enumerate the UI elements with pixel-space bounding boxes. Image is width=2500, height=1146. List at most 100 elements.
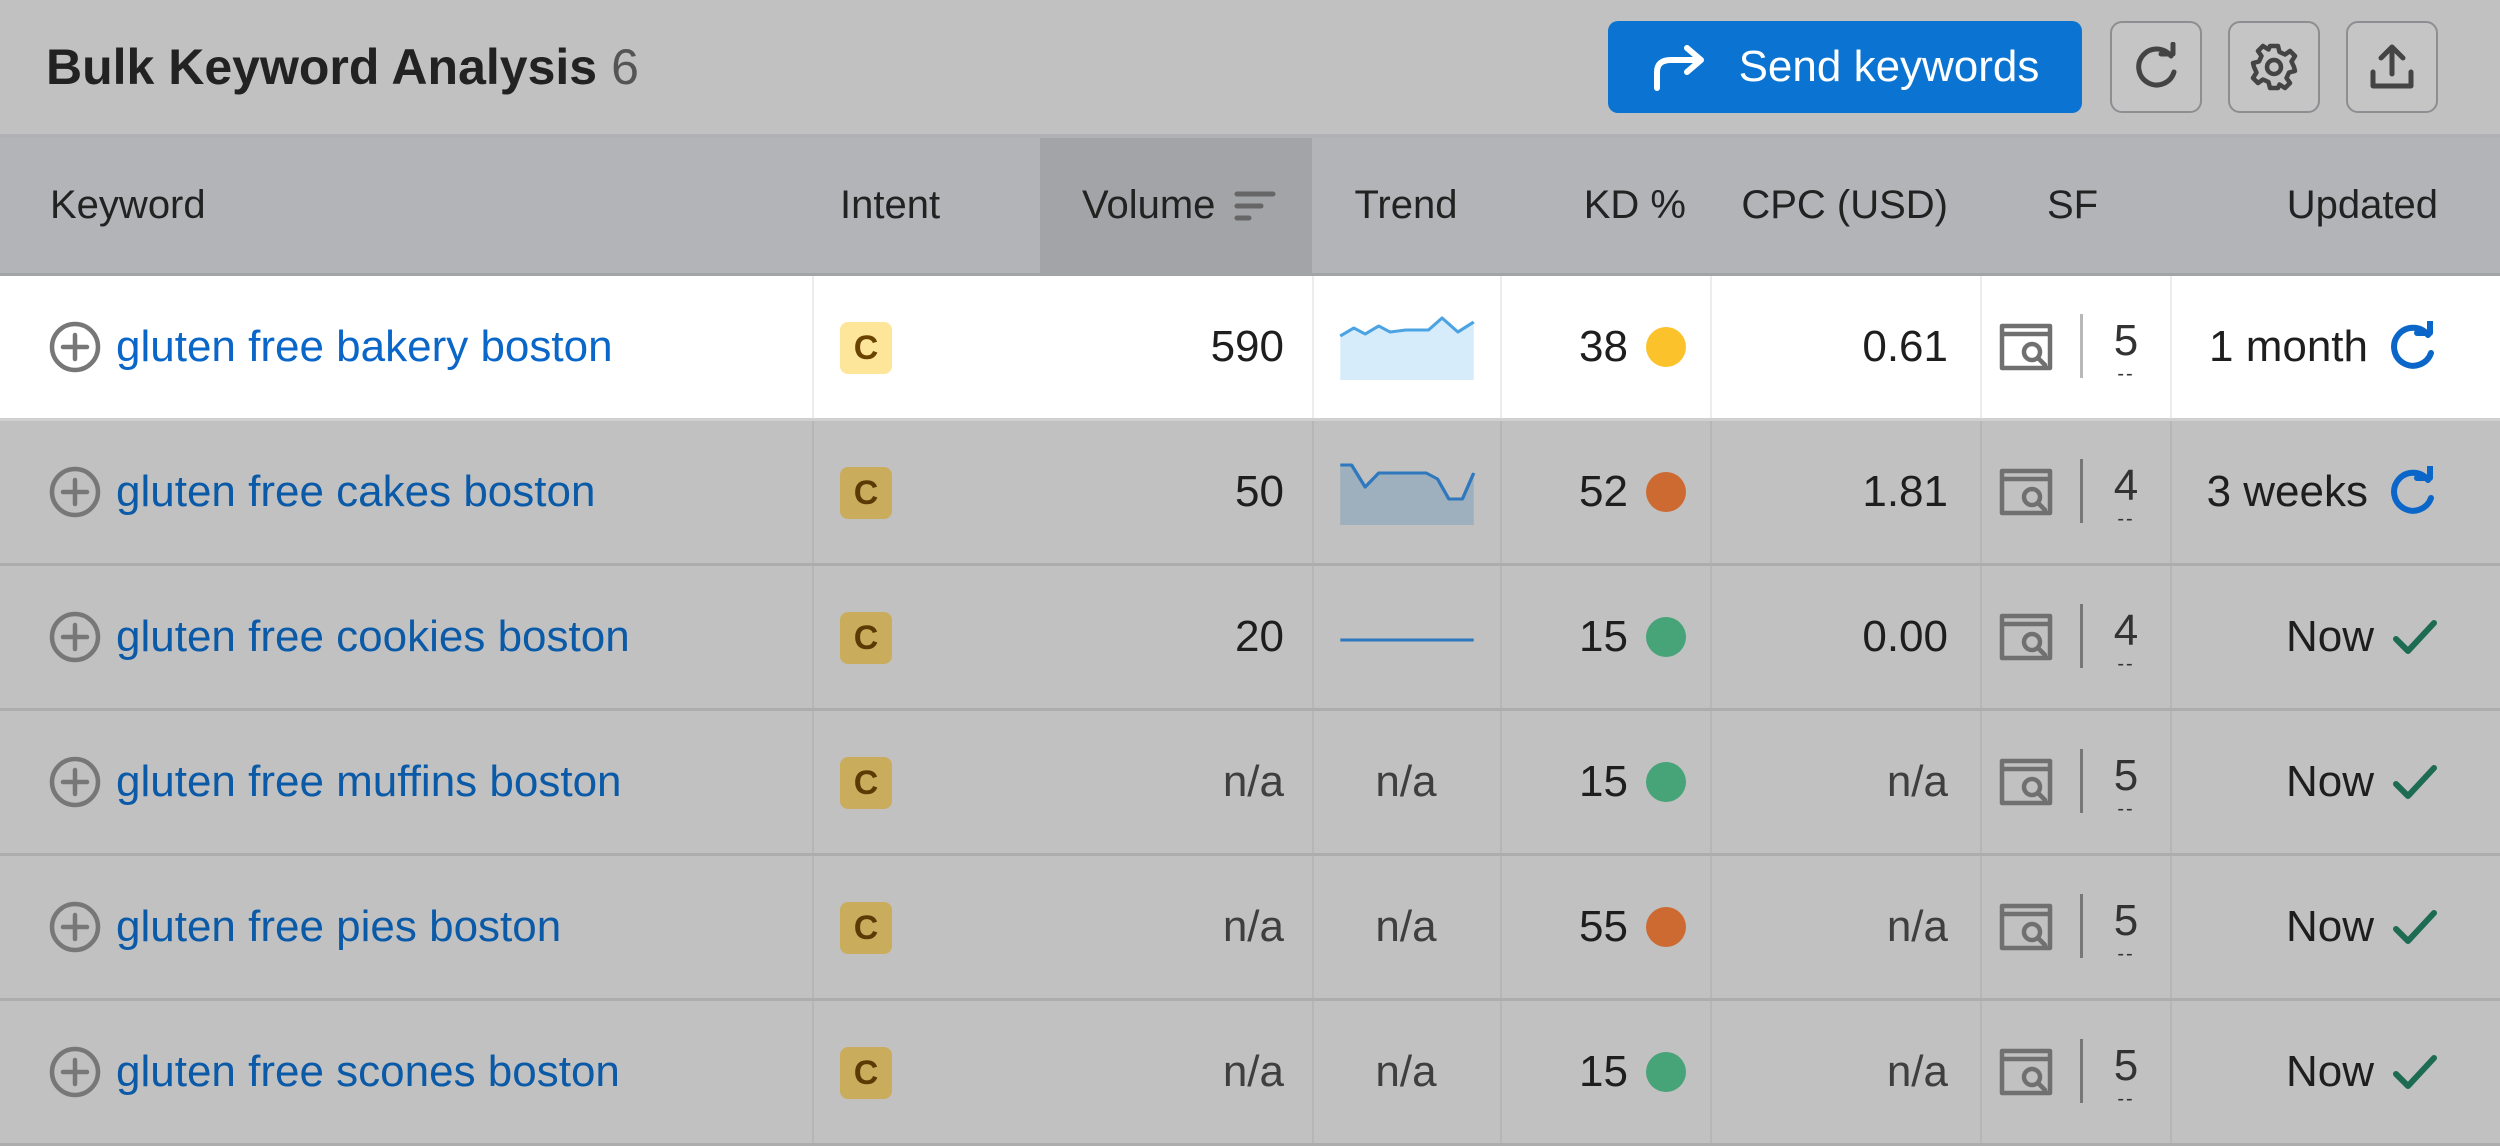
send-keywords-label: Send keywords xyxy=(1738,42,2040,91)
keyword-link[interactable]: gluten free cookies boston xyxy=(116,566,630,708)
sf-divider xyxy=(2080,1039,2083,1103)
keyword-link[interactable]: gluten free scones boston xyxy=(116,1001,620,1143)
kd-value: 15 xyxy=(1579,757,1628,806)
column-header-cpc[interactable]: CPC (USD) xyxy=(1710,138,1948,273)
volume-value: n/a xyxy=(1222,757,1284,806)
updated-value: Now xyxy=(2285,757,2374,806)
column-divider xyxy=(2170,566,2172,708)
sf-count-underline: -- xyxy=(2117,653,2135,675)
refresh-icon[interactable] xyxy=(2386,466,2438,518)
sf-count[interactable]: 5 -- xyxy=(2106,276,2146,418)
kd-value: 15 xyxy=(1579,1047,1628,1096)
volume-value: n/a xyxy=(1222,1047,1284,1096)
serp-features-icon[interactable] xyxy=(1998,900,2054,954)
table-row[interactable]: gluten free cakes boston C 50 52 1.81 4 --… xyxy=(0,421,2500,566)
column-header-trend[interactable]: Trend xyxy=(1312,138,1500,273)
serp-features-icon[interactable] xyxy=(1998,465,2054,519)
column-header-volume[interactable]: Volume xyxy=(1082,138,1277,273)
table-row[interactable]: gluten free scones boston Cn/a n/a 15 n/a … xyxy=(0,1001,2500,1146)
column-header-keyword[interactable]: Keyword xyxy=(50,138,206,273)
updated-cell: Now xyxy=(2286,711,2438,853)
add-keyword-icon[interactable] xyxy=(48,465,102,519)
export-button[interactable] xyxy=(2346,21,2438,113)
table-row[interactable]: gluten free muffins boston Cn/a n/a 15 n/a… xyxy=(0,711,2500,856)
trend-value: n/a xyxy=(1375,757,1437,806)
table-row[interactable]: gluten free pies boston Cn/a n/a 55 n/a 5 … xyxy=(0,856,2500,1001)
table-row[interactable]: gluten free cookies boston C 20 15 0.00 4 … xyxy=(0,566,2500,711)
refresh-icon[interactable] xyxy=(2386,321,2438,373)
send-keywords-button[interactable]: Send keywords xyxy=(1608,21,2082,113)
sf-divider xyxy=(2080,459,2083,523)
column-divider xyxy=(1312,421,1314,563)
column-header-kd[interactable]: KD % xyxy=(1500,138,1686,273)
add-keyword-icon[interactable] xyxy=(48,320,102,374)
sf-count-value: 5 xyxy=(2113,316,2139,365)
column-divider xyxy=(2170,711,2172,853)
add-keyword-icon[interactable] xyxy=(48,755,102,809)
refresh-icon xyxy=(2136,42,2177,88)
kd-cell: 15 xyxy=(1500,566,1686,708)
sf-count[interactable]: 5 -- xyxy=(2106,711,2146,853)
export-icon xyxy=(2370,44,2414,89)
serp-features-icon[interactable] xyxy=(1998,1045,2054,1099)
sf-count-underline: -- xyxy=(2117,363,2135,385)
updated-value: Now xyxy=(2285,902,2374,951)
trend-sparkline xyxy=(1340,638,1474,642)
column-header-updated[interactable]: Updated xyxy=(2170,138,2438,273)
serp-features-icon[interactable] xyxy=(1998,755,2054,809)
sort-icon[interactable] xyxy=(1233,188,1277,224)
cpc-value: n/a xyxy=(1886,757,1948,806)
column-divider xyxy=(1980,1001,1982,1143)
sf-count[interactable]: 5 -- xyxy=(2106,856,2146,998)
check-icon xyxy=(2393,910,2437,944)
column-divider xyxy=(812,276,814,418)
settings-button[interactable] xyxy=(2228,21,2320,113)
updated-value: 1 month xyxy=(2209,322,2368,371)
serp-features-icon[interactable] xyxy=(1998,610,2054,664)
cpc-value: 1.81 xyxy=(1862,467,1948,516)
column-divider xyxy=(2170,1001,2172,1143)
add-keyword-icon[interactable] xyxy=(48,900,102,954)
sf-count-value: 5 xyxy=(2113,896,2139,945)
add-keyword-icon[interactable] xyxy=(48,610,102,664)
add-keyword-icon[interactable] xyxy=(48,1045,102,1099)
trend-sparkline xyxy=(1339,316,1475,380)
keyword-count: 6 xyxy=(611,39,639,95)
column-divider xyxy=(812,566,814,708)
sf-count-underline: -- xyxy=(2117,943,2135,965)
refresh-button[interactable] xyxy=(2110,21,2202,113)
updated-cell: Now xyxy=(2286,1001,2438,1143)
sf-count-value: 5 xyxy=(2113,1041,2139,1090)
kd-value: 52 xyxy=(1579,467,1628,516)
kd-value: 55 xyxy=(1579,902,1628,951)
gear-icon xyxy=(2250,43,2298,91)
sf-count-value: 4 xyxy=(2113,461,2139,510)
table-row[interactable]: gluten free bakery boston C 590 38 0.61 5 … xyxy=(0,276,2500,421)
check-icon xyxy=(2393,765,2437,799)
sf-divider xyxy=(2080,894,2083,958)
column-divider xyxy=(1312,566,1314,708)
serp-features-icon[interactable] xyxy=(1998,320,2054,374)
keyword-link[interactable]: gluten free bakery boston xyxy=(116,276,613,418)
column-header-intent[interactable]: Intent xyxy=(840,138,940,273)
keyword-link[interactable]: gluten free cakes boston xyxy=(116,421,595,563)
page-title: Bulk Keyword Analysis 6 xyxy=(46,38,639,96)
kd-difficulty-dot xyxy=(1646,472,1686,512)
cpc-value: 0.61 xyxy=(1862,322,1948,371)
updated-value: Now xyxy=(2285,1047,2374,1096)
keyword-link[interactable]: gluten free muffins boston xyxy=(116,711,622,853)
sf-count-value: 4 xyxy=(2113,606,2139,655)
intent-badge: C xyxy=(840,322,892,374)
kd-cell: 52 xyxy=(1500,421,1686,563)
keyword-link[interactable]: gluten free pies boston xyxy=(116,856,561,998)
sf-count[interactable]: 4 -- xyxy=(2106,566,2146,708)
sf-count[interactable]: 5 -- xyxy=(2106,1001,2146,1143)
column-divider xyxy=(2170,276,2172,418)
sf-count-underline: -- xyxy=(2117,1088,2135,1110)
column-divider xyxy=(812,856,814,998)
updated-cell: 1 month xyxy=(2209,276,2438,418)
volume-value: n/a xyxy=(1222,902,1284,951)
column-header-sf[interactable]: SF xyxy=(2000,138,2145,273)
sf-count[interactable]: 4 -- xyxy=(2106,421,2146,563)
column-divider xyxy=(1980,421,1982,563)
